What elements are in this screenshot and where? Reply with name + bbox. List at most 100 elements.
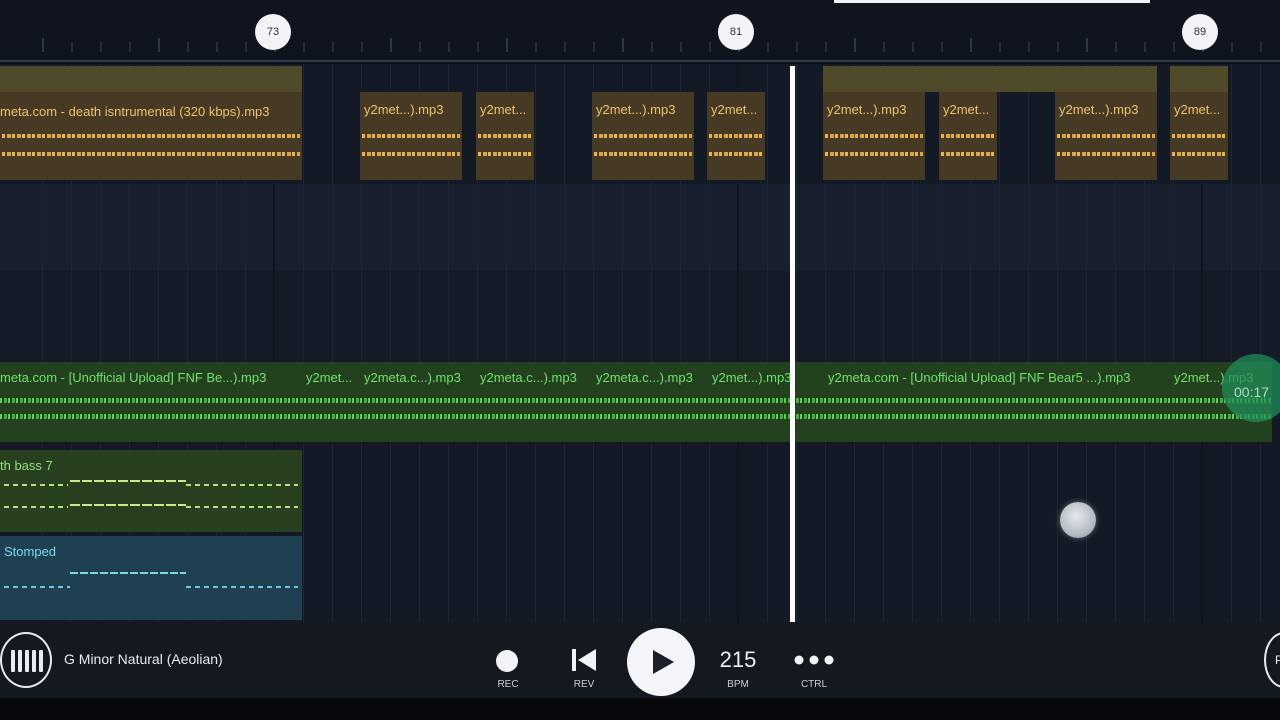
- ruler-tick: [970, 38, 972, 52]
- scale-selector[interactable]: G Minor Natural (Aeolian): [64, 651, 223, 667]
- ruler-tick: [622, 38, 624, 52]
- ruler-tick: [883, 42, 885, 52]
- tempo-control[interactable]: 215 BPM: [708, 622, 768, 698]
- audio-clip[interactable]: y2met...: [707, 92, 765, 180]
- clip-title: y2met...: [480, 102, 527, 117]
- audio-clip[interactable]: meta.com - death isntrumental (320 kbps)…: [0, 66, 302, 180]
- play-button[interactable]: [627, 628, 695, 696]
- audio-clip[interactable]: y2met...).mp3: [823, 92, 925, 180]
- pattern-clip-bass[interactable]: th bass 7: [0, 450, 302, 532]
- waveform: [941, 152, 995, 156]
- ruler-tick: [1173, 42, 1175, 52]
- transport-bar: G Minor Natural (Aeolian) REC REV 215 BP…: [0, 622, 1280, 698]
- pattern-note: [70, 504, 186, 506]
- ruler-tick: [1115, 42, 1117, 52]
- clip-header-region[interactable]: [1170, 66, 1228, 92]
- audio-clip[interactable]: y2met...: [476, 92, 534, 180]
- more-dots-icon: [794, 655, 834, 665]
- audio-clip[interactable]: y2met...: [939, 92, 997, 180]
- clip-title: y2met...: [1174, 102, 1221, 117]
- waveform: [1057, 134, 1155, 138]
- piano-keys-icon: [25, 650, 29, 672]
- ruler-tick: [564, 42, 566, 52]
- right-edge-button-label: P: [1275, 653, 1280, 667]
- audio-clip[interactable]: y2met...).mp3: [592, 92, 694, 180]
- ruler-tick: [71, 42, 73, 52]
- audio-clip[interactable]: y2met...).mp3: [360, 92, 462, 180]
- ruler-tick: [825, 42, 827, 52]
- playlist-arrangement[interactable]: meta.com - death isntrumental (320 kbps)…: [0, 64, 1280, 622]
- clip-title: y2met...).mp3: [1059, 102, 1139, 117]
- ruler-tick: [477, 42, 479, 52]
- beat-line: [332, 64, 333, 622]
- ruler-tick: [651, 42, 653, 52]
- waveform: [941, 134, 995, 138]
- pattern-note: [4, 484, 68, 486]
- ctrl-label: CTRL: [800, 679, 828, 690]
- waveform: [594, 152, 692, 156]
- rec-button[interactable]: REC: [486, 622, 530, 698]
- rev-button[interactable]: REV: [562, 622, 606, 698]
- playhead[interactable]: [790, 66, 795, 622]
- ruler-tick: [941, 42, 943, 52]
- ruler-tick: [303, 42, 305, 52]
- beat-line: [1028, 64, 1029, 622]
- clip-title: meta.com - [Unofficial Upload] FNF Be...…: [0, 370, 267, 385]
- clip-header: [0, 66, 302, 92]
- piano-keys-button[interactable]: [0, 632, 52, 688]
- ruler-tick: [42, 38, 44, 52]
- ruler-tick: [912, 42, 914, 52]
- timeline-ruler[interactable]: 73 81 89: [0, 0, 1280, 62]
- beat-line: [999, 64, 1000, 622]
- waveform: [0, 398, 1272, 403]
- ruler-tick: [999, 42, 1001, 52]
- ruler-tick: [216, 42, 218, 52]
- bar-marker-89[interactable]: 89: [1182, 14, 1218, 50]
- right-edge-button[interactable]: P: [1264, 632, 1280, 688]
- clip-header-region[interactable]: [823, 66, 1157, 92]
- clip-title: y2meta.c...).mp3: [480, 370, 577, 385]
- ruler-tick: [1028, 42, 1030, 52]
- piano-keys-icon: [39, 650, 43, 672]
- pattern-note: [186, 506, 298, 508]
- ctrl-button[interactable]: CTRL: [790, 622, 838, 698]
- ruler-tick: [796, 42, 798, 52]
- waveform: [2, 152, 300, 156]
- bar-marker-81[interactable]: 81: [718, 14, 754, 50]
- piano-keys-icon: [32, 650, 36, 672]
- clip-title: y2met...).mp3: [827, 102, 907, 117]
- bpm-label: BPM: [727, 679, 749, 690]
- ruler-tick: [1144, 42, 1146, 52]
- ruler-tick: [390, 38, 392, 52]
- clip-title: y2met...: [306, 370, 353, 385]
- ruler-tick: [709, 42, 711, 52]
- ruler-tick: [535, 42, 537, 52]
- audio-clip-lane-green[interactable]: meta.com - [Unofficial Upload] FNF Be...…: [0, 362, 1272, 442]
- waveform: [594, 134, 692, 138]
- loop-region-indicator[interactable]: [834, 0, 1150, 3]
- audio-clip[interactable]: y2met...: [1170, 92, 1228, 180]
- ruler-tick: [245, 42, 247, 52]
- ruler-tick: [129, 42, 131, 52]
- ruler-tick: [767, 42, 769, 52]
- waveform: [0, 414, 1272, 419]
- ruler-tick: [1057, 42, 1059, 52]
- ruler-tick: [680, 42, 682, 52]
- bar-marker-73[interactable]: 73: [255, 14, 291, 50]
- pattern-clip-stomped[interactable]: Stomped: [0, 536, 302, 620]
- ruler-tick: [506, 38, 508, 52]
- waveform: [825, 134, 923, 138]
- pattern-note: [4, 586, 70, 588]
- clip-title: y2met...).mp3: [712, 370, 792, 385]
- clip-title: th bass 7: [0, 458, 53, 473]
- beat-line: [564, 64, 565, 622]
- beat-line: [535, 64, 536, 622]
- ruler-tick: [100, 42, 102, 52]
- ruler-tick: [1086, 38, 1088, 52]
- audio-clip[interactable]: y2met...).mp3: [1055, 92, 1157, 180]
- waveform: [362, 134, 460, 138]
- clip-title: y2meta.com - [Unofficial Upload] FNF Bea…: [828, 370, 1131, 385]
- waveform: [709, 152, 763, 156]
- waveform: [1172, 152, 1226, 156]
- waveform: [478, 152, 532, 156]
